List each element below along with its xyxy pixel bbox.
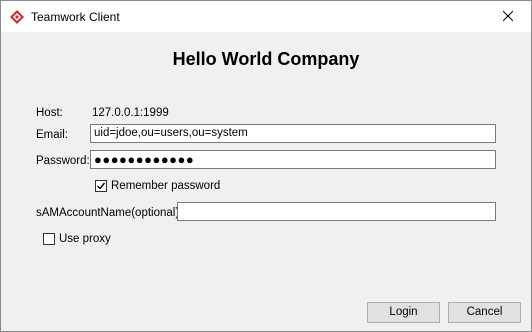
use-proxy-checkbox[interactable]: Use proxy: [43, 233, 111, 245]
remember-password-checkbox[interactable]: Remember password: [95, 180, 220, 192]
samaccountname-field[interactable]: [177, 202, 496, 221]
use-proxy-box[interactable]: [43, 233, 55, 245]
teamwork-diamond-icon: [9, 9, 25, 25]
password-field[interactable]: ●●●●●●●●●●●●: [90, 150, 496, 169]
host-label: Host:: [36, 107, 63, 119]
password-label: Password:: [36, 155, 90, 167]
use-proxy-label: Use proxy: [59, 233, 111, 245]
remember-password-box[interactable]: [95, 180, 107, 192]
samaccountname-label: sAMAccountName(optional):: [36, 207, 183, 219]
dialog-window: Teamwork Client Hello World Company Host…: [0, 0, 532, 332]
close-icon: [502, 10, 514, 24]
checkmark-icon: [97, 182, 106, 190]
email-field[interactable]: uid=jdoe,ou=users,ou=system: [90, 124, 496, 143]
host-value: 127.0.0.1:1999: [92, 107, 169, 119]
login-button[interactable]: Login: [367, 302, 440, 323]
close-button[interactable]: [485, 1, 531, 32]
remember-password-label: Remember password: [111, 180, 221, 192]
company-heading: Hello World Company: [172, 49, 360, 69]
title-bar: Teamwork Client: [1, 1, 531, 32]
cancel-button[interactable]: Cancel: [448, 302, 521, 323]
window-title: Teamwork Client: [31, 10, 120, 24]
email-label: Email:: [36, 129, 68, 141]
